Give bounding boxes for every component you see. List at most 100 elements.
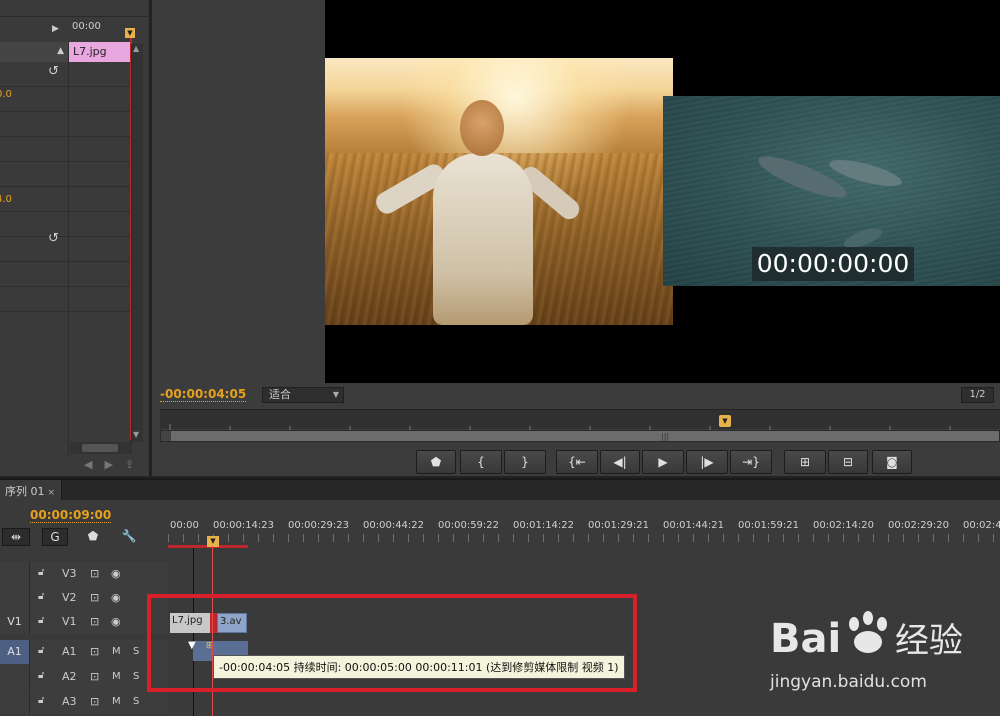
property-value[interactable]: 0.0 — [0, 89, 12, 100]
monitor-current-time[interactable]: -00:00:04:05 — [160, 387, 247, 402]
eye-icon[interactable]: ◉ — [111, 562, 121, 586]
property-row — [0, 112, 132, 137]
track-v3: 🔓︎ V3 ⊡ ◉ — [0, 562, 1000, 586]
ruler-label: 00:01:44:21 — [663, 520, 725, 531]
sync-lock-icon[interactable]: ⊡ — [90, 665, 99, 689]
solo-button[interactable]: S — [133, 665, 139, 689]
track-target[interactable]: A1 — [0, 640, 30, 664]
ruler-label: 00:02:29:20 — [888, 520, 950, 531]
fx-clip-bar[interactable]: L7.jpg — [69, 42, 131, 62]
linked-selection-button[interactable]: G — [42, 528, 68, 546]
scroll-handle-left[interactable] — [161, 431, 171, 441]
play-button[interactable]: ▶ — [642, 450, 684, 474]
mute-button[interactable]: M — [112, 640, 121, 664]
monitor-time-ruler[interactable] — [160, 409, 1000, 430]
fx-bottom-icons: ◀▶⇪ — [84, 458, 146, 471]
step-back-button[interactable]: ◀| — [600, 450, 640, 474]
track-lane[interactable] — [168, 690, 1000, 714]
sync-lock-icon[interactable]: ⊡ — [90, 640, 99, 664]
timeline-settings-button[interactable]: 🔧 — [120, 528, 138, 546]
lock-icon[interactable]: 🔓︎ — [38, 615, 50, 629]
go-to-in-button[interactable]: {⇤ — [556, 450, 598, 474]
ruler-label: 00:01:14:22 — [513, 520, 575, 531]
resolution-dropdown[interactable]: 1/2 — [961, 387, 994, 403]
lock-icon[interactable]: 🔓︎ — [38, 670, 50, 684]
go-to-out-button[interactable]: ⇥} — [730, 450, 772, 474]
mute-button[interactable]: M — [112, 665, 121, 689]
property-row — [0, 137, 132, 162]
track-target[interactable] — [0, 586, 30, 610]
property-row — [0, 287, 132, 312]
lock-icon[interactable]: 🔓︎ — [38, 645, 50, 659]
add-marker-button[interactable]: ⬟ — [86, 528, 100, 546]
sync-lock-icon[interactable]: ⊡ — [90, 690, 99, 714]
track-target[interactable] — [0, 690, 30, 714]
fit-dropdown[interactable]: 适合 ▼ — [262, 387, 344, 403]
lock-icon[interactable]: 🔓︎ — [38, 591, 50, 605]
reset-icon[interactable]: ↺ — [48, 231, 59, 246]
mark-out-icon: } — [521, 455, 529, 469]
sync-lock-icon[interactable]: ⊡ — [90, 610, 99, 634]
extract-icon: ⊟ — [842, 455, 854, 469]
play-audio-icon[interactable]: ◀▶ — [84, 458, 125, 471]
fx-playhead-icon[interactable]: ▼ — [125, 28, 135, 38]
tab-sequence-01[interactable]: 序列 01 × — [0, 480, 62, 500]
eye-icon[interactable]: ◉ — [111, 586, 121, 610]
solo-button[interactable]: S — [133, 640, 139, 664]
lock-icon[interactable]: 🔓︎ — [38, 695, 50, 709]
track-target[interactable] — [0, 665, 30, 689]
reset-icon[interactable]: ↺ — [48, 64, 59, 79]
fx-scroll-thumb[interactable] — [82, 444, 118, 452]
scroll-up-icon[interactable]: ▲ — [133, 44, 139, 53]
grip-icon: ||| — [661, 432, 670, 441]
property-row — [0, 237, 132, 262]
solo-button[interactable]: S — [133, 690, 139, 714]
sync-lock-icon[interactable]: ⊡ — [90, 586, 99, 610]
camera-icon: ◙ — [886, 455, 898, 469]
mute-button[interactable]: M — [112, 690, 121, 714]
timeline-playhead-icon[interactable]: ▼ — [207, 536, 219, 547]
fx-header-row[interactable]: ▲ — [0, 42, 68, 62]
add-marker-button[interactable]: ⬟ — [416, 450, 456, 474]
snap-icon: ⇹ — [10, 530, 22, 544]
baidu-paw-icon: Bai 经验 — [770, 611, 963, 662]
ruler-label: 00:00:14:23 — [213, 520, 275, 531]
monitor-zoom-scrollbar[interactable]: ||| — [160, 430, 1000, 442]
mark-in-button[interactable]: { — [460, 450, 502, 474]
wrench-icon: 🔧 — [121, 529, 137, 543]
extract-button[interactable]: ⊟ — [828, 450, 868, 474]
property-row — [0, 187, 132, 212]
close-icon[interactable]: × — [48, 488, 56, 498]
expand-arrow-icon[interactable]: ▶ — [52, 24, 59, 34]
scroll-down-icon[interactable]: ▼ — [133, 430, 139, 439]
ruler-label: 00:00:44:22 — [363, 520, 425, 531]
sync-lock-icon[interactable]: ⊡ — [90, 562, 99, 586]
export-frame-button[interactable]: ◙ — [872, 450, 912, 474]
property-value[interactable]: 4.0 — [0, 194, 12, 205]
lift-button[interactable]: ⊞ — [784, 450, 826, 474]
track-name: A2 — [62, 670, 77, 683]
export-icon[interactable]: ⇪ — [125, 458, 146, 471]
step-forward-button[interactable]: |▶ — [686, 450, 728, 474]
fx-vertical-scrollbar[interactable]: ▲ ▼ — [131, 44, 143, 442]
collapse-triangle-icon[interactable]: ▲ — [57, 46, 64, 56]
step-forward-icon: |▶ — [700, 455, 714, 469]
track-name: V3 — [62, 567, 77, 580]
track-name: A1 — [62, 645, 77, 658]
track-target[interactable]: V1 — [0, 610, 30, 634]
sequence-tab-bar — [0, 478, 1000, 500]
mark-out-button[interactable]: } — [504, 450, 546, 474]
ruler-label: 00:02:44 — [963, 520, 1000, 531]
monitor-playhead-icon[interactable]: ▼ — [719, 415, 731, 427]
snap-button[interactable]: ⇹ — [2, 528, 30, 546]
eye-icon[interactable]: ◉ — [111, 610, 121, 634]
property-row — [0, 212, 132, 237]
sequence-current-time[interactable]: 00:00:09:00 — [30, 508, 112, 523]
lift-icon: ⊞ — [799, 455, 811, 469]
track-target[interactable] — [0, 562, 30, 586]
ruler-label: 00:00 — [170, 520, 199, 531]
wheat-field-image[interactable] — [325, 58, 673, 325]
track-a3: 🔓︎ A3 ⊡ M S — [0, 690, 1000, 714]
track-lane[interactable] — [168, 562, 1000, 586]
lock-icon[interactable]: 🔓︎ — [38, 567, 50, 581]
